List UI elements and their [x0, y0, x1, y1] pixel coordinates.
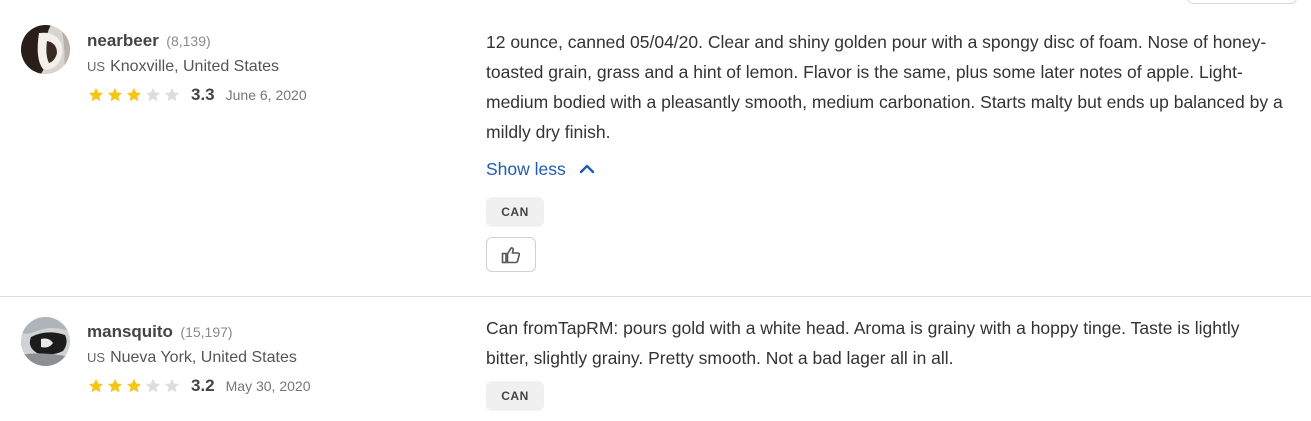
star-filled-icon	[88, 87, 104, 102]
star-empty-icon	[164, 87, 180, 102]
username-link[interactable]: nearbeer	[87, 31, 159, 50]
location: Nueva York, United States	[110, 349, 297, 366]
star-empty-icon	[145, 378, 161, 393]
avatar-image	[21, 25, 70, 74]
username-link[interactable]: mansquito	[87, 322, 173, 341]
review-item: nearbeer (8,139) US Knoxville, United Sta…	[0, 0, 1311, 297]
review-text: Can fromTapRM: pours gold with a white h…	[486, 318, 1240, 368]
star-filled-icon	[126, 378, 142, 393]
show-less-label: Show less	[486, 159, 566, 179]
location: Knoxville, United States	[110, 58, 280, 75]
star-filled-icon	[88, 378, 104, 393]
star-rating	[87, 377, 182, 395]
star-empty-icon	[164, 378, 180, 393]
review-count: (15,197)	[180, 324, 233, 340]
show-less-button[interactable]: Show less	[486, 155, 595, 183]
country-code: US	[87, 350, 106, 365]
rating-score: 3.3	[191, 85, 215, 104]
avatar[interactable]	[21, 317, 70, 366]
star-rating	[87, 86, 182, 104]
avatar-image	[21, 317, 70, 366]
user-info: mansquito (15,197) US Nueva York, United …	[87, 321, 310, 397]
review-count: (8,139)	[166, 33, 211, 49]
star-filled-icon	[107, 87, 123, 102]
country-code: US	[87, 59, 106, 74]
review-date: June 6, 2020	[225, 87, 307, 103]
serving-tag[interactable]: CAN	[486, 381, 544, 411]
user-info: nearbeer (8,139) US Knoxville, United Sta…	[87, 30, 307, 106]
thumbs-up-icon	[501, 246, 521, 263]
like-button[interactable]	[486, 237, 536, 272]
star-filled-icon	[107, 378, 123, 393]
avatar[interactable]	[21, 25, 70, 74]
review-text: 12 ounce, canned 05/04/20. Clear and shi…	[486, 32, 1283, 142]
chevron-up-icon	[579, 164, 594, 174]
review-date: May 30, 2020	[225, 378, 311, 394]
serving-tag[interactable]: CAN	[486, 197, 544, 227]
star-filled-icon	[126, 87, 142, 102]
star-empty-icon	[145, 87, 161, 102]
review-item: mansquito (15,197) US Nueva York, United …	[0, 297, 1311, 421]
rating-score: 3.2	[191, 376, 215, 395]
